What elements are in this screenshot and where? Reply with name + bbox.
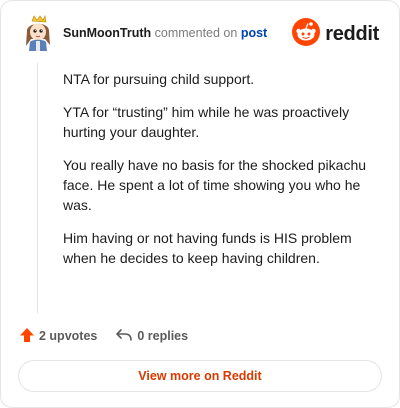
reddit-logo[interactable]: reddit (292, 17, 379, 51)
comment-paragraph: Him having or not having funds is HIS pr… (63, 230, 352, 266)
reddit-wordmark: reddit (325, 22, 379, 45)
comment-paragraph: YTA for “trusting” him while he was proa… (63, 104, 350, 140)
byline-verb: commented on (154, 26, 238, 40)
upvote-count: 2 upvotes (39, 329, 98, 343)
comment-body: NTA for pursuing child support. YTA for … (63, 69, 375, 281)
upvote-arrow-icon (19, 327, 39, 346)
comment-actions: 2 upvotes 0 replies (19, 325, 206, 347)
thread-line (37, 63, 38, 313)
comment-embed-card: SunMoonTruth commented on post reddit NT… (0, 0, 400, 408)
reddit-snoo-icon (292, 17, 321, 51)
comment-paragraph: You really have no basis for the shocked… (63, 157, 367, 213)
user-avatar[interactable] (21, 15, 55, 51)
post-link[interactable]: post (241, 26, 267, 40)
comment-paragraph: NTA for pursuing child support. (63, 71, 255, 87)
comment-byline: SunMoonTruth commented on post (63, 26, 267, 40)
reply-arrow-icon (115, 327, 137, 346)
view-more-button[interactable]: View more on Reddit (18, 360, 382, 392)
upvote-button[interactable]: 2 upvotes (19, 327, 97, 346)
reply-button[interactable]: 0 replies (115, 327, 188, 346)
reply-count: 0 replies (137, 329, 189, 343)
username-link[interactable]: SunMoonTruth (63, 26, 151, 40)
comment-header: SunMoonTruth commented on post reddit (21, 15, 379, 55)
